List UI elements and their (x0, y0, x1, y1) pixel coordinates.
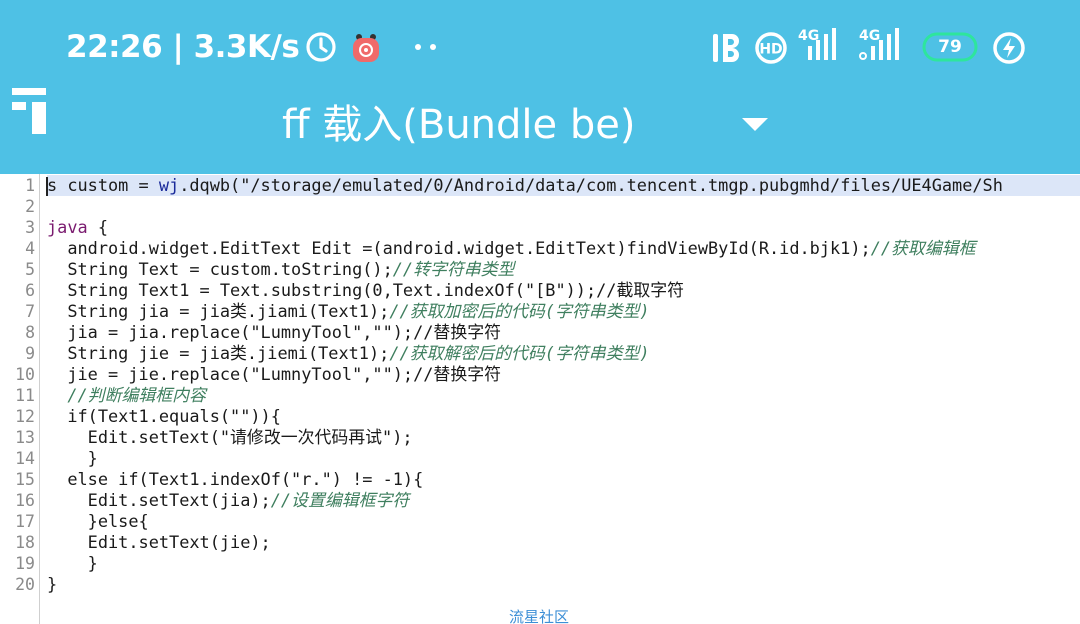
bluetooth-icon (712, 30, 742, 70)
clock-icon (305, 31, 337, 63)
charging-icon (992, 31, 1026, 69)
line-number: 15 (15, 470, 35, 489)
code-line[interactable]: jia = jia.replace("LumnyTool","");//替换字符 (47, 322, 501, 343)
code-text: String jia = jia类.jiami(Text1); (47, 301, 390, 321)
code-line[interactable]: } (47, 553, 98, 574)
code-text: .dqwb("/storage/emulated/0/Android/data/… (179, 175, 1003, 195)
code-text: String Text1 = Text.substring(0,Text.ind… (47, 280, 685, 300)
code-text: if(Text1.equals("")){ (47, 406, 281, 426)
line-number: 6 (25, 281, 35, 300)
code-text: jia = jia.replace("LumnyTool","");//替换字符 (47, 322, 501, 342)
text-cursor (46, 177, 48, 196)
code-line[interactable]: if(Text1.equals("")){ (47, 406, 281, 427)
line-number: 8 (25, 323, 35, 342)
line-number: 16 (15, 491, 35, 510)
code-comment: //获取加密后的代码(字符串类型) (389, 301, 650, 321)
menu-icon (12, 88, 46, 134)
line-number: 12 (15, 407, 35, 426)
code-keyword: java (47, 217, 88, 237)
line-number: 4 (25, 239, 35, 258)
svg-text:HD: HD (759, 42, 782, 58)
signal-icon: 4G (859, 28, 909, 68)
chevron-down-icon (742, 118, 768, 131)
line-number-gutter: 1 2 3 4 5 6 7 8 9 10 11 12 13 14 15 16 17 18 19 20 (0, 174, 40, 624)
code-text: Edit.setText(jie); (47, 532, 271, 552)
community-link[interactable]: 流星社区 (509, 606, 569, 624)
line-number: 7 (25, 302, 35, 321)
code-text: wj (158, 175, 180, 195)
code-comment: //获取编辑框 (870, 238, 976, 258)
code-line[interactable]: String Text1 = Text.substring(0,Text.ind… (47, 280, 684, 301)
line-number: 3 (25, 218, 35, 237)
page-title: ff 载入(Bundle be) (282, 102, 636, 148)
code-text: s custom = (47, 175, 159, 195)
hd-icon: HD (754, 31, 788, 69)
code-line[interactable]: }else{ (47, 511, 149, 532)
line-number: 20 (15, 575, 35, 594)
code-text: }else{ (47, 511, 149, 531)
code-text: } (47, 553, 98, 573)
code-comment: //转字符串类型 (392, 259, 515, 279)
line-number: 5 (25, 260, 35, 279)
code-line[interactable]: Edit.setText(jie); (47, 532, 271, 553)
line-number: 11 (15, 386, 35, 405)
code-text: String jie = jia类.jiemi(Text1); (47, 343, 390, 363)
svg-text:4G: 4G (859, 28, 880, 44)
code-line[interactable]: else if(Text1.indexOf("r.") != -1){ (47, 469, 423, 490)
app-header: 22:26 | 3.3K/s HD 4G 4G 79 ff 载入(Bundle … (0, 0, 1080, 174)
code-text: jie = jie.replace("LumnyTool","");//替换字符 (47, 364, 501, 384)
status-time: 22:26 | 3.3K/s (66, 29, 300, 65)
code-line[interactable]: String Text = custom.toString();//转字符串类型 (47, 259, 514, 280)
line-number: 17 (15, 512, 35, 531)
code-comment: //设置编辑框字符 (270, 490, 410, 510)
code-comment: //获取解密后的代码(字符串类型) (389, 343, 650, 363)
line-number: 1 (25, 176, 35, 195)
signal-icon: 4G (798, 28, 846, 68)
code-text: Edit.setText("请修改一次代码再试"); (47, 427, 413, 447)
code-line[interactable]: //判断编辑框内容 (47, 385, 206, 406)
code-text: } (47, 574, 58, 594)
app-notification-icon (351, 31, 381, 63)
code-line-current[interactable]: s custom = wj.dqwb("/storage/emulated/0/… (47, 175, 1080, 196)
line-number: 19 (15, 554, 35, 573)
code-editor[interactable]: 1 2 3 4 5 6 7 8 9 10 11 12 13 14 15 16 17 18 19 20 s custom… (0, 174, 1080, 624)
status-bar-left: 22:26 | 3.3K/s (66, 26, 439, 68)
line-number: 10 (15, 365, 35, 384)
battery-level: 79 (938, 37, 962, 57)
line-number: 13 (15, 428, 35, 447)
code-line[interactable]: jie = jie.replace("LumnyTool","");//替换字符 (47, 364, 501, 385)
code-text: } (47, 448, 98, 468)
code-line[interactable]: String jia = jia类.jiami(Text1);//获取加密后的代… (47, 301, 650, 322)
line-number: 2 (25, 197, 35, 216)
code-line[interactable]: android.widget.EditText Edit =(android.w… (47, 238, 976, 259)
code-text: String Text = custom.toString(); (47, 259, 393, 279)
line-number: 9 (25, 344, 35, 363)
code-line[interactable]: Edit.setText(jia);//设置编辑框字符 (47, 490, 410, 511)
code-line[interactable]: Edit.setText("请修改一次代码再试"); (47, 427, 413, 448)
code-line[interactable]: String jie = jia类.jiemi(Text1);//获取解密后的代… (47, 343, 650, 364)
menu-button[interactable] (10, 86, 50, 136)
more-dots-icon (413, 42, 439, 52)
code-text: android.widget.EditText Edit =(android.w… (47, 238, 871, 258)
code-line[interactable]: } (47, 448, 98, 469)
code-text: else if(Text1.indexOf("r.") != -1){ (47, 469, 424, 489)
line-number: 14 (15, 449, 35, 468)
code-text: { (87, 217, 109, 237)
line-number: 18 (15, 533, 35, 552)
code-comment: //判断编辑框内容 (67, 385, 206, 405)
code-line[interactable]: java { (47, 217, 108, 238)
code-text: Edit.setText(jia); (47, 490, 271, 510)
title-dropdown-button[interactable] (740, 116, 770, 134)
battery-icon: 79 (922, 32, 978, 62)
code-line[interactable]: } (47, 574, 57, 595)
